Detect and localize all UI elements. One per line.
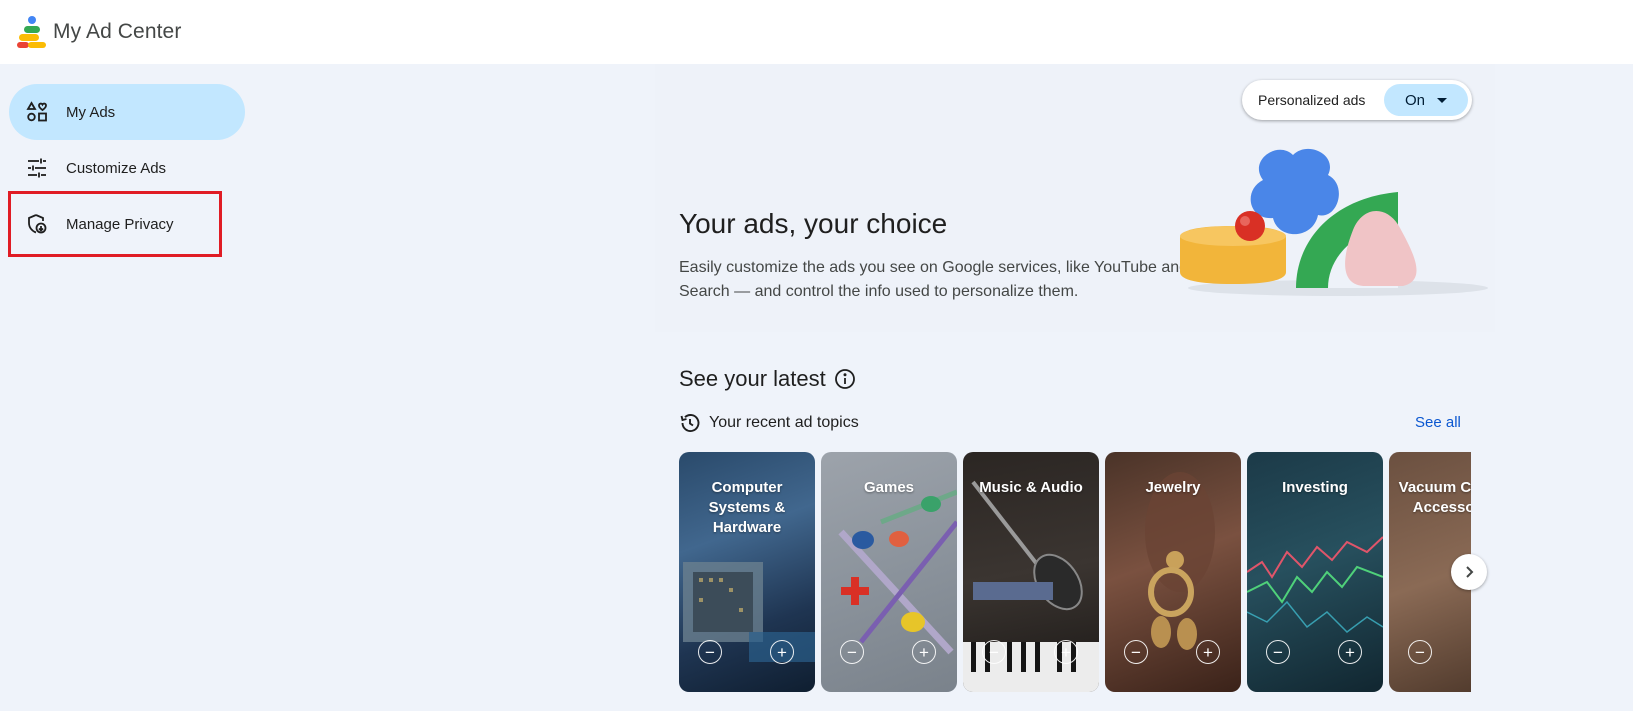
remove-topic-button[interactable]: − — [840, 640, 864, 664]
sidebar-item-label: My Ads — [66, 103, 116, 121]
sidebar-item-customize-ads[interactable]: Customize Ads — [9, 140, 245, 196]
history-icon — [680, 414, 700, 432]
topic-card-title: Jewelry — [1145, 479, 1201, 496]
see-all-link[interactable]: See all — [1415, 414, 1461, 431]
topic-card[interactable]: Investing − + — [1247, 452, 1383, 692]
add-topic-button[interactable]: + — [912, 640, 936, 664]
my-ad-center-logo[interactable] — [17, 16, 47, 48]
topic-card-title: Music & Audio — [979, 479, 1083, 496]
sidebar-item-label: Manage Privacy — [66, 215, 174, 233]
sidebar-item-label: Customize Ads — [66, 159, 167, 177]
topic-card-title: Investing — [1282, 479, 1348, 496]
info-icon[interactable] — [834, 368, 856, 390]
personalized-ads-label: Personalized ads — [1258, 92, 1366, 108]
remove-topic-button[interactable]: − — [982, 640, 1006, 664]
sidebar-item-my-ads[interactable]: My Ads — [9, 84, 245, 140]
personalized-ads-toggle[interactable]: Personalized ads On — [1242, 80, 1472, 120]
sidebar-nav: My Ads Customize Ads Manage Privacy — [8, 84, 245, 257]
remove-topic-button[interactable]: − — [698, 640, 722, 664]
chevron-right-icon — [1466, 566, 1474, 578]
section-title: See your latest — [679, 366, 856, 392]
personalized-ads-value: On — [1404, 91, 1425, 109]
add-topic-button[interactable]: + — [770, 640, 794, 664]
topic-card-title: Games — [863, 479, 915, 496]
ad-topics-carousel: Computer Systems & Hardware − + Games − … — [679, 452, 1471, 692]
privacy-shield-icon — [26, 213, 48, 235]
topic-card-title: Computer Systems & Hardware — [708, 479, 786, 536]
app-title[interactable]: My Ad Center — [53, 20, 181, 44]
remove-topic-button[interactable]: − — [1266, 640, 1290, 664]
topic-card[interactable]: Games − + — [821, 452, 957, 692]
topic-card[interactable]: Jewelry − + — [1105, 452, 1241, 692]
add-topic-button[interactable]: + — [1054, 640, 1078, 664]
hero-description: Easily customize the ads you see on Goog… — [679, 259, 1189, 300]
carousel-next-button[interactable] — [1451, 554, 1487, 590]
recent-ad-topics-heading: Your recent ad topics — [679, 412, 859, 434]
topic-card[interactable]: Computer Systems & Hardware − + — [679, 452, 815, 692]
section-title-text: See your latest — [679, 366, 826, 391]
caret-down-icon — [1437, 97, 1447, 103]
top-bar: My Ad Center — [0, 0, 1633, 64]
my-ads-icon — [26, 101, 48, 123]
topic-card[interactable]: Music & Audio − + — [963, 452, 1099, 692]
topic-card-title: Vacuum Cleaner Accessories — [1398, 479, 1471, 516]
hero-title: Your ads, your choice — [679, 208, 948, 239]
add-topic-button[interactable]: + — [1338, 640, 1362, 664]
recent-ad-topics-label: Your recent ad topics — [709, 414, 859, 431]
sidebar-item-manage-privacy[interactable]: Manage Privacy — [8, 191, 222, 257]
remove-topic-button[interactable]: − — [1124, 640, 1148, 664]
personalized-ads-dropdown[interactable]: On — [1384, 84, 1468, 116]
remove-topic-button[interactable]: − — [1408, 640, 1432, 664]
add-topic-button[interactable]: + — [1196, 640, 1220, 664]
tune-icon — [26, 157, 48, 179]
shapes-illustration — [1178, 140, 1488, 300]
